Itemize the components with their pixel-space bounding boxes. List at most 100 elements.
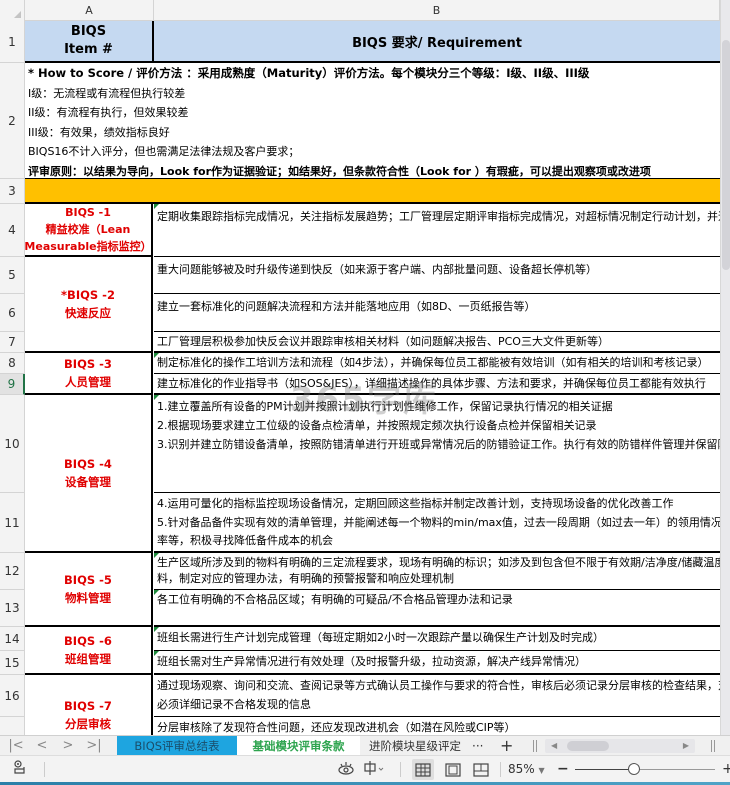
requirement-text: 制定标准化的操作工培训方法和流程（如4步法），并确保每位员工都能被有效培训（如有… <box>157 356 709 369</box>
select-all-corner[interactable] <box>0 0 25 21</box>
zoom-level-dropdown[interactable]: 85% ▼ <box>508 760 545 779</box>
row-header-11[interactable]: 11 <box>0 493 25 553</box>
zoom-slider[interactable] <box>575 763 715 775</box>
row-header-4[interactable]: 4 <box>0 204 25 257</box>
comment-marker <box>154 353 159 358</box>
module-cell-biqs-5[interactable]: BIQS -5 物料管理 <box>25 553 153 627</box>
scroll-split-handle[interactable] <box>711 740 715 752</box>
requirement-cell-row-14[interactable]: 班组长需进行生产计划完成管理（每班定期如2小时一次跟踪产量以确保生产计划及时完成… <box>154 627 720 651</box>
zoom-level-value: 85% <box>508 762 535 776</box>
cell-b1-requirement-header[interactable]: BIQS 要求/ Requirement <box>154 21 720 63</box>
module-code: BIQS -1 <box>65 206 111 219</box>
requirement-cell-row-9[interactable]: 建立标准化的作业指导书（如SOS&JES），详细描述操作的具体步骤、方法和要求，… <box>154 374 720 395</box>
requirement-cell-row-6[interactable]: 建立一套标准化的问题解决流程和方法并能落地应用（如8D、一页纸报告等） <box>154 294 720 332</box>
module-cell-biqs-1[interactable]: BIQS -1 精益校准（Lean Measurable指标监控） <box>25 204 153 257</box>
requirement-cell-row-15[interactable]: 班组长需对生产异常情况进行有效处理（及时报警升级，拉动资源，解决产线异常情况） <box>154 651 720 675</box>
column-header-a[interactable]: A <box>25 0 154 21</box>
add-sheet-button[interactable]: + <box>500 736 513 756</box>
requirement-cell-row-11[interactable]: 4.运用可量化的指标监控现场设备情况，定期回顾这些指标并制定改善计划，支持现场设… <box>154 493 720 553</box>
cell-a1-item-header[interactable]: BIQS Item # <box>25 21 154 63</box>
module-cell-biqs-7[interactable]: BIQS -7 分层审核 <box>25 675 153 735</box>
first-sheet-button[interactable]: |< <box>4 736 28 756</box>
zoom-in-button[interactable]: + <box>722 760 730 779</box>
row-header-7[interactable]: 7 <box>0 332 25 353</box>
sheet-tab-basic-module[interactable]: 基础模块评审条款 <box>237 736 360 756</box>
column-header-b[interactable]: B <box>154 0 720 21</box>
requirement-text: 班组长需进行生产计划完成管理（每班定期如2小时一次跟踪产量以确保生产计划及时完成… <box>157 631 604 644</box>
row-header-8[interactable]: 8 <box>0 353 25 374</box>
cell-a3-separator[interactable] <box>25 179 720 204</box>
requirement-cell-row-8[interactable]: 制定标准化的操作工培训方法和流程（如4步法），并确保每位员工都能被有效培训（如有… <box>154 353 720 374</box>
row-header-2[interactable]: 2 <box>0 63 25 179</box>
requirement-text-cont: 必须详细记录不合格发现的信息 <box>157 698 311 711</box>
zoom-out-button[interactable]: − <box>557 760 569 779</box>
requirement-text: 各工位有明确的不合格品区域；有明确的可疑品/不合格品管理办法和记录 <box>157 593 513 606</box>
requirement-text: 班组长需对生产异常情况进行有效处理（及时报警升级，拉动资源，解决产线异常情况） <box>157 655 586 668</box>
status-bar: 85% ▼ − + <box>0 755 730 785</box>
requirement-cell-row-7[interactable]: 工厂管理层积极参加快反会议并跟踪审核相关材料（如问题解决报告、PCO三大文件更新… <box>154 332 720 353</box>
row-header-14[interactable]: 14 <box>0 627 25 651</box>
column-header-bar: A B <box>0 0 720 21</box>
spreadsheet-grid[interactable]: A B 1 BIQS Item # BIQS 要求/ Requirement 2… <box>0 0 730 735</box>
requirement-text-5-cont: 率等，积极寻找降低备件成本的机会 <box>157 534 333 547</box>
row-header-13[interactable]: 13 <box>0 590 25 627</box>
scroll-left-icon[interactable]: ◀ <box>551 739 557 753</box>
module-cell-biqs-2[interactable]: *BIQS -2 快速反应 <box>25 257 153 353</box>
input-method-icon[interactable] <box>362 760 388 779</box>
module-cell-biqs-6[interactable]: BIQS -6 班组管理 <box>25 627 153 675</box>
requirement-cell-row-17[interactable]: 分层审核除了发现符合性问题，还应发现改进机会（如潜在风险或CIP等） <box>154 717 720 735</box>
more-sheets-button[interactable]: ··· <box>472 736 483 756</box>
comment-marker <box>154 627 159 632</box>
sheet-tab-summary[interactable]: BIQS评审总结表 <box>117 736 237 756</box>
row-header-5[interactable]: 5 <box>0 257 25 294</box>
page-break-view-icon <box>445 762 461 777</box>
requirement-cell-row-4[interactable]: 定期收集跟踪指标完成情况，关注指标发展趋势；工厂管理层定期评审指标完成情况，对超… <box>154 204 720 257</box>
requirement-cell-row-12[interactable]: 生产区域所涉及到的物料有明确的三定流程要求，现场有明确的标识；如涉及到包含但不限… <box>154 553 720 590</box>
module-cell-biqs-4[interactable]: BIQS -4 设备管理 <box>25 395 153 553</box>
page-layout-view-button[interactable] <box>470 759 492 780</box>
prev-sheet-button[interactable]: < <box>30 736 54 756</box>
last-sheet-button[interactable]: >| <box>82 736 106 756</box>
requirement-text-5: 5.针对备品备件实现有效的清单管理，并能阐述每一个物料的min/max值，过去一… <box>157 515 720 529</box>
requirement-cell-row-10[interactable]: 1.建立覆盖所有设备的PM计划并按照计划执行计划性维修工作，保留记录执行情况的相… <box>154 395 720 493</box>
row-header-15[interactable]: 15 <box>0 651 25 675</box>
normal-view-button[interactable] <box>412 759 434 780</box>
row-header-16[interactable]: 16 <box>0 675 25 717</box>
requirement-text: 生产区域所涉及到的物料有明确的三定流程要求，现场有明确的标识；如涉及到包含但不限… <box>157 556 720 569</box>
macro-record-icon[interactable] <box>10 760 30 779</box>
divider <box>500 762 501 777</box>
cell-a2-scoring-method[interactable]: * How to Score / 评价方法 ：采用成熟度（Maturity）评价… <box>25 63 720 179</box>
row-header-17[interactable] <box>0 717 25 735</box>
module-name: 人员管理 <box>65 375 111 389</box>
row-header-9[interactable]: 9 <box>0 374 25 395</box>
module-code: BIQS -7 <box>64 699 112 713</box>
vertical-scroll-thumb[interactable] <box>722 40 730 270</box>
requirement-cell-row-16[interactable]: 通过现场观察、询问和交流、查阅记录等方式确认员工操作与要求的符合性，审核后必须记… <box>154 675 720 717</box>
requirement-cell-row-13[interactable]: 各工位有明确的不合格品区域；有明确的可疑品/不合格品管理办法和记录 <box>154 590 720 627</box>
row-header-1[interactable]: 1 <box>0 21 25 63</box>
sheet-tab-advanced-module[interactable]: 进阶模块星级评定 <box>365 736 465 756</box>
row-header-12[interactable]: 12 <box>0 553 25 590</box>
requirement-text-3: 3.识别并建立防错设备清单，按照防错清单进行开班或异常情况后的防错验证工作。执行… <box>157 438 720 451</box>
page-break-view-button[interactable] <box>442 759 464 780</box>
scroll-right-icon[interactable]: ▶ <box>683 739 689 753</box>
horizontal-scrollbar[interactable]: ◀ ▶ <box>545 739 695 753</box>
normal-view-icon <box>415 762 431 777</box>
row-header-6[interactable]: 6 <box>0 294 25 332</box>
module-cell-biqs-3[interactable]: BIQS -3 人员管理 <box>25 353 153 395</box>
requirement-cell-row-5[interactable]: 重大问题能够被及时升级传递到快反（如来源于客户端、内部批量问题、设备超长停机等） <box>154 257 720 294</box>
requirement-text-4: 4.运用可量化的指标监控现场设备情况，定期回顾这些指标并制定改善计划，支持现场设… <box>157 497 674 510</box>
tab-split-handle[interactable] <box>533 740 537 752</box>
zoom-slider-fill <box>575 769 634 770</box>
zoom-slider-knob[interactable] <box>627 763 640 775</box>
comment-marker <box>154 651 159 656</box>
horizontal-scroll-thumb[interactable] <box>567 741 609 751</box>
vertical-scrollbar[interactable] <box>720 0 730 735</box>
row-header-3[interactable]: 3 <box>0 179 25 204</box>
next-sheet-button[interactable]: > <box>56 736 80 756</box>
eye-protection-icon[interactable] <box>336 760 356 779</box>
row-header-10[interactable]: 10 <box>0 395 25 493</box>
comment-marker <box>154 590 159 595</box>
chevron-down-icon: ▼ <box>538 766 545 775</box>
module-name: 设备管理 <box>65 475 111 489</box>
